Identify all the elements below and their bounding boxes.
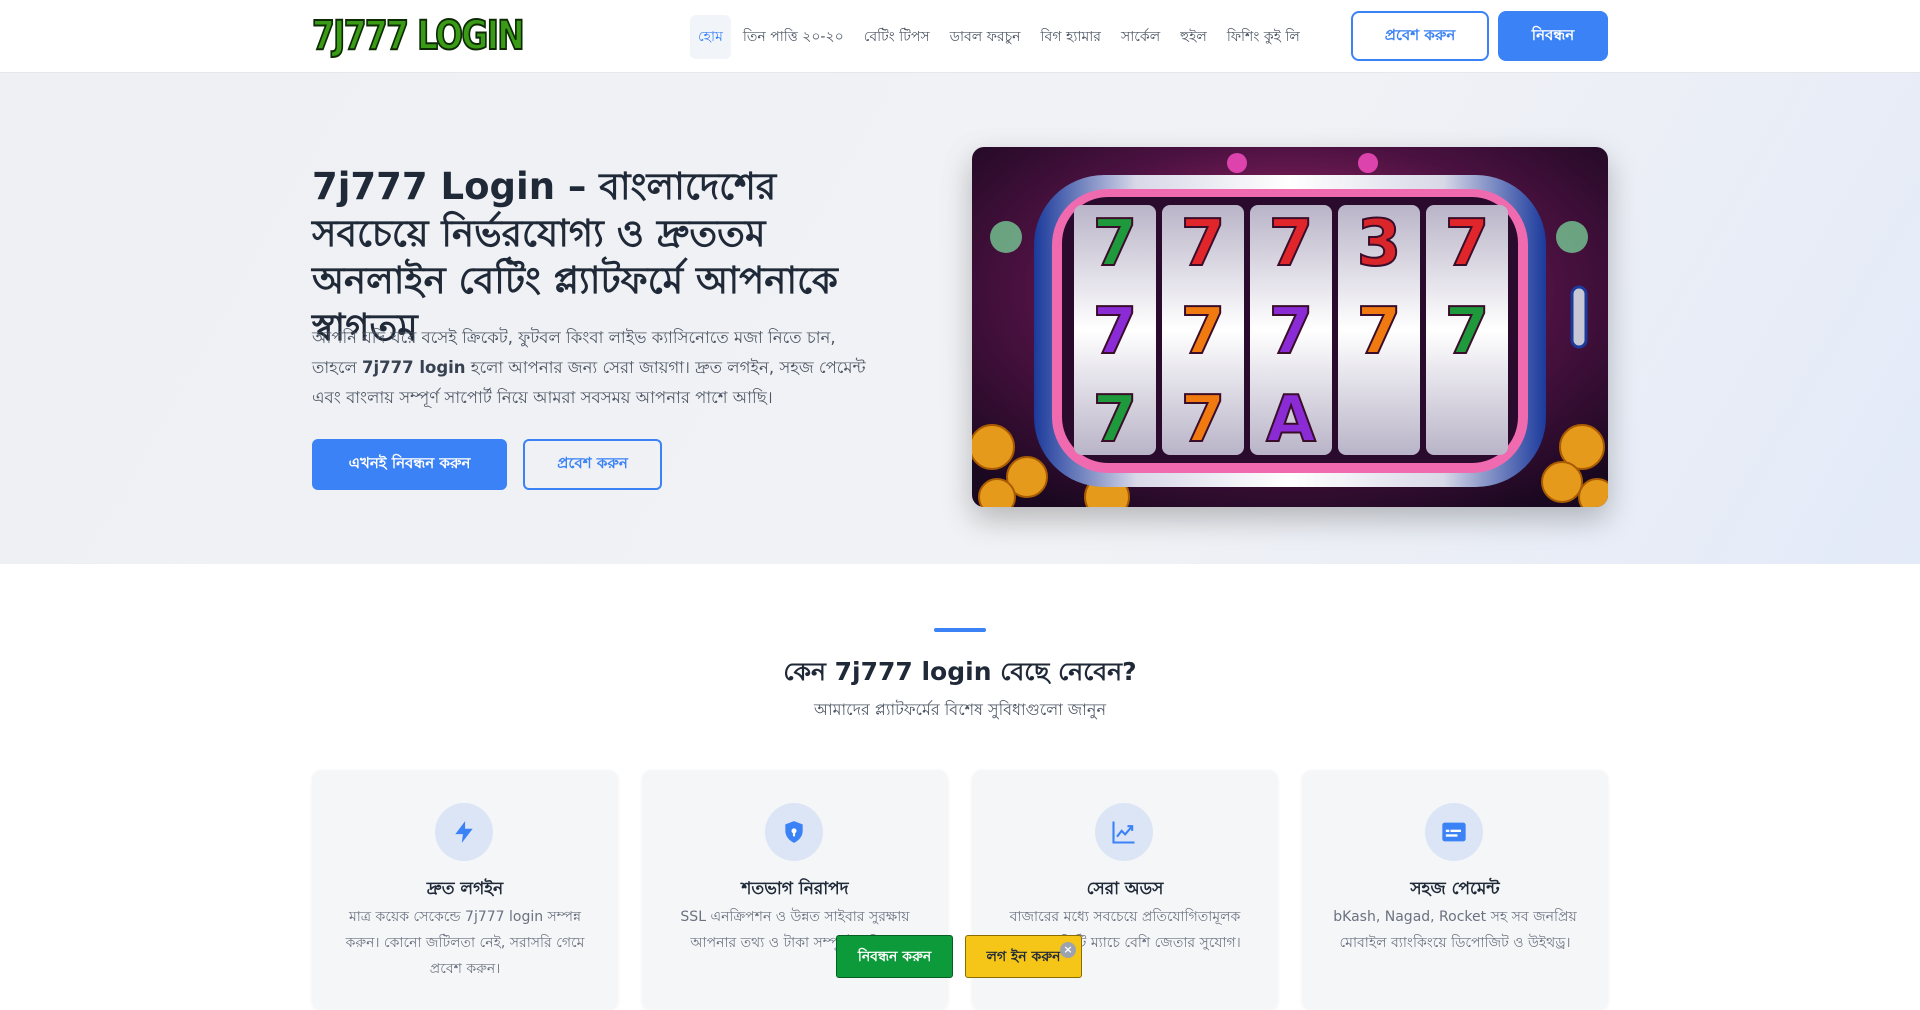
slot-symbol: 7	[1181, 295, 1226, 369]
feature-title: দ্রুত লগইন	[426, 879, 504, 899]
slot-symbol: 7	[1181, 383, 1226, 457]
menu-item-fishing[interactable]: ফিশিং কুই লি	[1219, 15, 1308, 59]
feature-card-payment: সহজ পেমেন্ট bKash, Nagad, Rocket সহ সব জ…	[1302, 770, 1608, 1010]
feature-text: মাত্র কয়েক সেকেন্ডে 7j777 login সম্পন্ন…	[345, 909, 585, 977]
features-subtitle: আমাদের প্ল্যাটফর্মের বিশেষ সুবিধাগুলো জা…	[814, 700, 1106, 719]
slot-symbol: 7	[1357, 295, 1402, 369]
menu-item-wheel[interactable]: হুইল	[1172, 15, 1215, 59]
lightning-icon	[435, 803, 493, 861]
slot-symbol: 7	[1093, 383, 1138, 457]
slot-symbol: 7	[1445, 295, 1490, 369]
hero-section: 7j777 Login – বাংলাদেশের সবচেয়ে নির্ভরয…	[0, 73, 1920, 564]
logo-text: 7J777 LOGIN	[311, 12, 525, 60]
slot-symbol: A	[1266, 383, 1316, 457]
hero-register-button[interactable]: এখনই নিবন্ধন করুন	[312, 439, 507, 490]
close-icon[interactable]: ×	[1060, 942, 1076, 958]
nav-login-button[interactable]: প্রবেশ করুন	[1351, 11, 1489, 61]
features-title: কেন 7j777 login বেছে নেবেন?	[783, 657, 1137, 686]
menu-item-big-hammer[interactable]: বিগ হ্যামার	[1033, 15, 1109, 59]
hero-login-button[interactable]: প্রবেশ করুন	[523, 439, 662, 490]
feature-title: সেরা অডস	[1086, 879, 1164, 899]
menu-item-home[interactable]: হোম	[690, 15, 731, 59]
slot-symbol: 7	[1445, 207, 1490, 281]
top-navbar: 7J777 LOGIN হোম তিন পাত্তি ২০-২০ বেটিং ট…	[0, 0, 1920, 73]
slot-symbol: 7	[1269, 295, 1314, 369]
floating-login-label: লগ ইন করুন	[986, 948, 1061, 965]
slot-symbol: 3	[1357, 207, 1402, 281]
nav-register-button[interactable]: নিবন্ধন	[1498, 11, 1608, 61]
menu-item-betting-tips[interactable]: বেটিং টিপস	[856, 15, 938, 59]
feature-text: bKash, Nagad, Rocket সহ সব জনপ্রিয় মোবা…	[1333, 909, 1577, 951]
card-payment-icon	[1425, 803, 1483, 861]
slot-machine-image: 77777777A3777	[972, 147, 1608, 507]
chart-trend-icon	[1095, 803, 1153, 861]
menu-item-circle[interactable]: সার্কেল	[1113, 15, 1168, 59]
hero-description: আপনি যদি ঘরে বসেই ক্রিকেট, ফুটবল কিংবা ল…	[312, 323, 872, 413]
floating-action-bar: নিবন্ধন করুন লগ ইন করুন ×	[836, 935, 1082, 978]
slot-symbol: 7	[1269, 207, 1314, 281]
feature-title: সহজ পেমেন্ট	[1410, 879, 1500, 899]
feature-title: শতভাগ নিরাপদ	[741, 879, 849, 899]
hero-desc-bold: 7j777 login	[362, 358, 466, 377]
slot-symbol: 7	[1093, 207, 1138, 281]
shield-lock-icon	[765, 803, 823, 861]
main-menu: হোম তিন পাত্তি ২০-২০ বেটিং টিপস ডাবল ফরচ…	[690, 15, 1312, 59]
slot-symbol: 7	[1093, 295, 1138, 369]
menu-item-teen-patti[interactable]: তিন পাত্তি ২০-২০	[735, 15, 852, 59]
floating-register-button[interactable]: নিবন্ধন করুন	[836, 935, 953, 978]
site-logo[interactable]: 7J777 LOGIN	[311, 12, 525, 60]
slot-symbol: 7	[1181, 207, 1226, 281]
slot-machine-illustration: 77777777A3777	[972, 147, 1608, 507]
menu-item-double-fortune[interactable]: ডাবল ফরচুন	[942, 15, 1029, 59]
floating-login-button[interactable]: লগ ইন করুন ×	[965, 935, 1082, 978]
section-divider	[934, 628, 986, 632]
feature-card-fast-login: দ্রুত লগইন মাত্র কয়েক সেকেন্ডে 7j777 lo…	[312, 770, 618, 1010]
